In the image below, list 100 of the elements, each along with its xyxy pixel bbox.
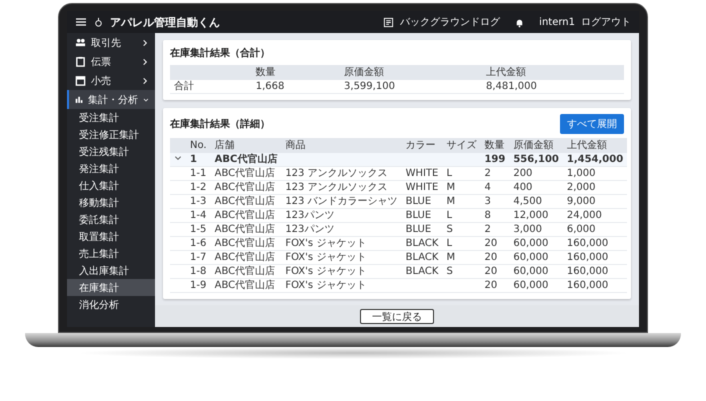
table-cell: FOX's ジャケット <box>281 264 402 278</box>
sidebar-subitem[interactable]: 入出庫集計 <box>67 262 155 279</box>
table-cell: M <box>442 194 480 208</box>
table-cell: FOX's ジャケット <box>281 278 402 292</box>
table-cell: 3,000 <box>509 222 563 236</box>
chevron-right-icon[interactable] <box>141 58 149 66</box>
table-cell: BLUE <box>402 208 442 222</box>
table-cell: 160,000 <box>562 236 628 250</box>
table-cell: 160,000 <box>562 250 628 264</box>
sidebar-subitem[interactable]: 取置集計 <box>67 228 155 245</box>
table-cell: 60,000 <box>509 250 563 264</box>
sidebar-item[interactable]: 集計・分析 <box>67 90 155 109</box>
table-cell: 1-4 <box>186 208 211 222</box>
table-cell: 1 <box>186 153 211 166</box>
table-cell: 60,000 <box>509 236 563 250</box>
expand-all-button[interactable]: すべて展開 <box>560 114 624 134</box>
card-title: 在庫集計結果（合計） <box>170 46 271 60</box>
table-cell: 200 <box>509 166 563 180</box>
table-cell: ABC代官山店 <box>210 180 282 194</box>
sidebar-subitem[interactable]: 委託集計 <box>67 211 155 228</box>
table-cell: 4,500 <box>509 194 563 208</box>
table-cell: 199 <box>480 153 510 166</box>
column-header: 上代金額 <box>562 138 628 153</box>
chevron-down-icon[interactable] <box>174 154 182 162</box>
table-cell: L <box>442 236 480 250</box>
table-cell: FOX's ジャケット <box>281 236 402 250</box>
table-cell: 1-1 <box>186 166 211 180</box>
table-cell: 3 <box>480 194 510 208</box>
table-cell: 400 <box>509 180 563 194</box>
table-cell: 160,000 <box>562 278 628 292</box>
table-cell: 123 アンクルソックス <box>281 180 402 194</box>
table-cell: L <box>442 208 480 222</box>
table-cell: 2,000 <box>562 180 628 194</box>
sidebar-subitem[interactable]: 売上集計 <box>67 245 155 262</box>
table-cell: 123パンツ <box>281 208 402 222</box>
table-cell: 1,454,000 <box>562 153 628 166</box>
background-log-link[interactable]: バックグラウンドログ <box>400 15 500 29</box>
logo-icon <box>93 16 104 28</box>
shop-icon <box>75 75 86 86</box>
column-header: 原価金額 <box>509 138 563 153</box>
sidebar-subitem[interactable]: 消化分析 <box>67 296 155 313</box>
sidebar-item[interactable]: 取引先 <box>67 33 155 52</box>
table-cell: FOX's ジャケット <box>281 250 402 264</box>
column-header: No. <box>186 138 211 153</box>
table-cell: 1-5 <box>186 222 211 236</box>
document-icon <box>383 16 394 28</box>
table-cell: BLACK <box>402 236 442 250</box>
table-cell: 8,481,000 <box>482 80 624 94</box>
table-cell: 123 アンクルソックス <box>281 166 402 180</box>
table-cell: WHITE <box>402 166 442 180</box>
menu-icon[interactable] <box>75 16 87 28</box>
column-header: 店舗 <box>210 138 282 153</box>
column-header: 数量 <box>480 138 510 153</box>
sidebar-subitem[interactable]: 移動集計 <box>67 194 155 211</box>
back-button[interactable]: 一覧に戻る <box>360 308 434 324</box>
sidebar-item[interactable]: 小売 <box>67 71 155 90</box>
sidebar-subitem[interactable]: 在庫集計 <box>67 279 155 296</box>
bar-chart-icon <box>75 94 84 105</box>
table-cell: 20 <box>480 236 510 250</box>
table-cell: 123パンツ <box>281 222 402 236</box>
chevron-right-icon[interactable] <box>141 38 149 46</box>
table-cell: 160,000 <box>562 264 628 278</box>
table-cell: 1-3 <box>186 194 211 208</box>
table-cell: M <box>442 180 480 194</box>
table-cell: ABC代官山店 <box>210 264 282 278</box>
logout-link[interactable]: ログアウト <box>581 15 631 29</box>
table-cell: 60,000 <box>509 278 563 292</box>
table-cell: 9,000 <box>562 194 628 208</box>
column-header: 原価金額 <box>340 65 482 80</box>
sidebar-subitem[interactable]: 発注集計 <box>67 160 155 177</box>
table-cell: BLUE <box>402 222 442 236</box>
table-cell: 1,000 <box>562 166 628 180</box>
column-header: サイズ <box>442 138 480 153</box>
table-cell: 6,000 <box>562 222 628 236</box>
sidebar-subitem[interactable]: 受注集計 <box>67 109 155 126</box>
table-cell: 12,000 <box>509 208 563 222</box>
table-cell: 60,000 <box>509 264 563 278</box>
table-cell: ABC代官山店 <box>210 236 282 250</box>
sidebar-item[interactable]: 伝票 <box>67 52 155 71</box>
table-cell: 1,668 <box>252 80 340 94</box>
sidebar-subitem[interactable]: 受注修正集計 <box>67 126 155 143</box>
table-cell: S <box>442 222 480 236</box>
column-header: 上代金額 <box>482 65 624 80</box>
table-cell: 合計 <box>170 80 252 94</box>
chevron-right-icon[interactable] <box>141 76 149 84</box>
app-title: アパレル管理自動くん <box>110 14 220 30</box>
table-cell: BLACK <box>402 264 442 278</box>
sidebar-subitem[interactable]: 受注残集計 <box>67 143 155 160</box>
table-cell: WHITE <box>402 180 442 194</box>
table-cell: 20 <box>480 250 510 264</box>
table-cell: 1-2 <box>186 180 211 194</box>
sidebar-subitem[interactable]: 仕入集計 <box>67 177 155 194</box>
table-cell: 8 <box>480 208 510 222</box>
column-header: カラー <box>402 138 442 153</box>
table-cell: M <box>442 250 480 264</box>
table-cell: BLUE <box>402 194 442 208</box>
clipboard-icon <box>75 56 86 67</box>
table-cell: 1-8 <box>186 264 211 278</box>
table-cell: 556,100 <box>509 153 563 166</box>
table-cell: ABC代官山店 <box>210 222 282 236</box>
